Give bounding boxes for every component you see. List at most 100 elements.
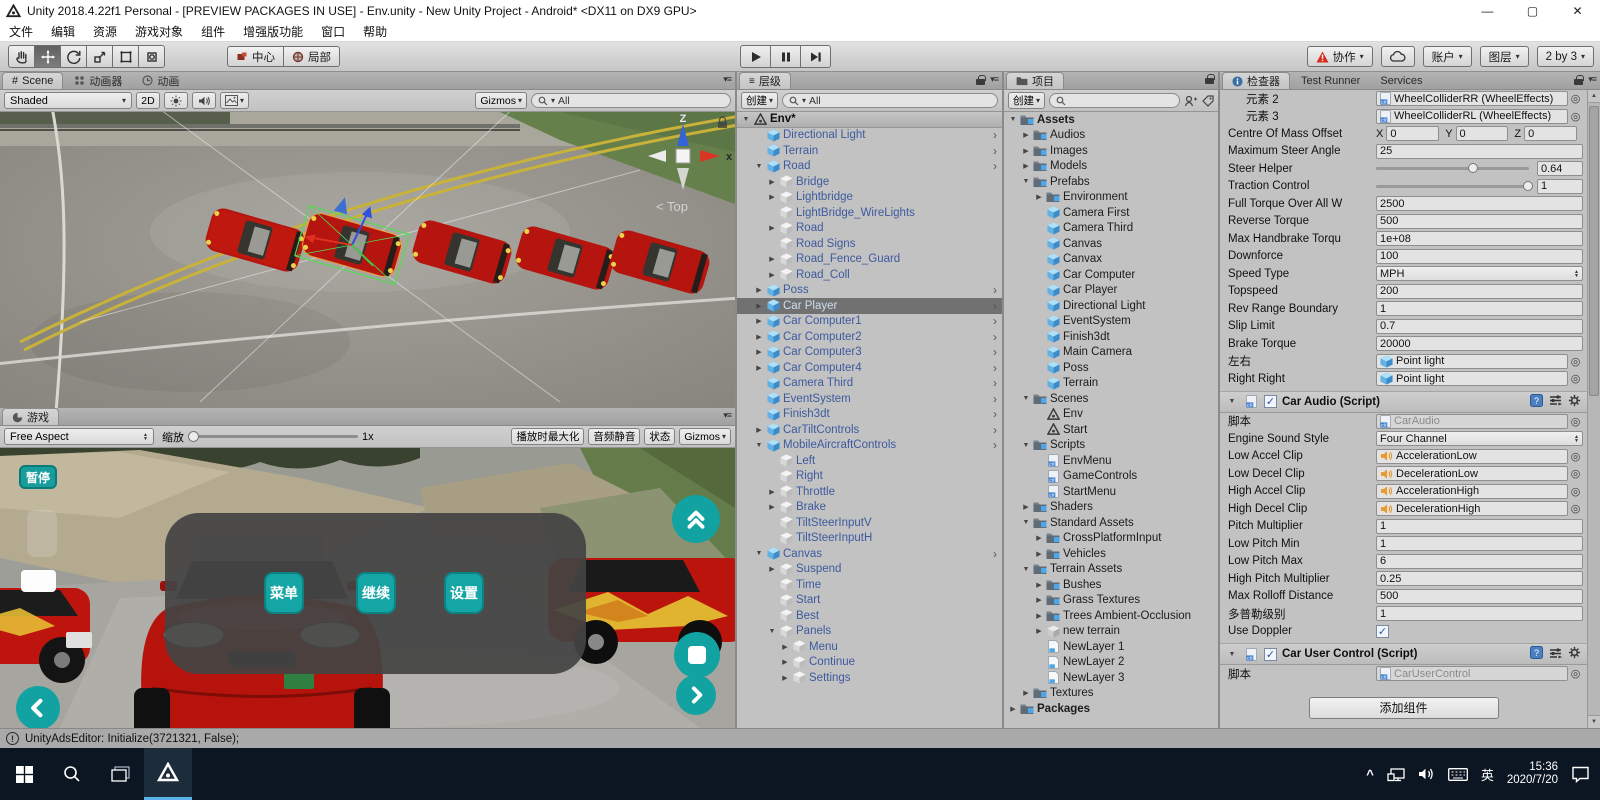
object-field[interactable]: Point light	[1376, 353, 1568, 369]
transform-tool-button[interactable]	[138, 45, 165, 68]
menu-item-item-4[interactable]: 组件	[192, 22, 234, 41]
prefab-open-chevron[interactable]: ›	[993, 362, 997, 374]
taskbar-unity-app[interactable]	[144, 748, 192, 800]
scroll-down-arrow[interactable]: ▼	[1588, 715, 1600, 728]
hierarchy-item-settings[interactable]: ▶ Settings	[737, 670, 1002, 686]
clock[interactable]: 15:36 2020/7/20	[1507, 761, 1558, 787]
project-item-camera-third[interactable]: Camera Third	[1004, 221, 1218, 237]
scene-gizmos-dropdown[interactable]: Gizmos ▾	[475, 92, 527, 109]
hierarchy-item-tiltsteerinputh[interactable]: TiltSteerInputH	[737, 531, 1002, 547]
project-item-car-computer[interactable]: Car Computer	[1004, 267, 1218, 283]
project-item-env[interactable]: Env	[1004, 407, 1218, 423]
project-item-canvas[interactable]: Canvas	[1004, 236, 1218, 252]
aspect-ratio-dropdown[interactable]: Free Aspect ▲ ▼	[4, 428, 154, 445]
prefab-open-chevron[interactable]: ›	[993, 145, 997, 157]
zoom-slider-thumb[interactable]	[188, 431, 199, 442]
search-by-label-icon[interactable]	[1202, 94, 1214, 107]
object-field[interactable]: c# WheelColliderRL (WheelEffects)	[1376, 108, 1568, 124]
prefab-open-chevron[interactable]: ›	[993, 129, 997, 141]
collab-button[interactable]: 协作 ▾	[1306, 46, 1373, 67]
hierarchy-item-road-coll[interactable]: ▶ Road_Coll	[737, 267, 1002, 283]
foldout-closed-icon[interactable]: ▶	[779, 674, 791, 682]
hierarchy-item-left[interactable]: Left	[737, 453, 1002, 469]
foldout-closed-icon[interactable]: ▶	[1020, 162, 1032, 170]
project-item-gamecontrols[interactable]: c# GameControls	[1004, 469, 1218, 485]
prefab-open-chevron[interactable]: ›	[993, 300, 997, 312]
prefab-open-chevron[interactable]: ›	[993, 408, 997, 420]
project-search-input[interactable]	[1049, 93, 1180, 108]
panel-menu-icon[interactable]: ▾≡	[723, 74, 732, 85]
hierarchy-item-suspend[interactable]: ▶ Suspend	[737, 562, 1002, 578]
hand-tool-button[interactable]	[8, 45, 35, 68]
project-item-car-player[interactable]: Car Player	[1004, 283, 1218, 299]
foldout-closed-icon[interactable]: ▶	[753, 348, 765, 356]
project-item-prefabs[interactable]: ▼ Prefabs	[1004, 174, 1218, 190]
panel-menu-icon[interactable]: ▾≡	[1588, 74, 1597, 85]
lock-icon[interactable]	[1205, 74, 1215, 84]
hierarchy-item-road-fence-guard[interactable]: ▶ Road_Fence_Guard	[737, 252, 1002, 268]
foldout-open-icon[interactable]: ▼	[740, 116, 752, 123]
object-picker-icon[interactable]: ◎	[1568, 372, 1583, 385]
prefab-open-chevron[interactable]: ›	[993, 284, 997, 296]
foldout-closed-icon[interactable]: ▶	[753, 302, 765, 310]
project-item-directional-light[interactable]: Directional Light	[1004, 298, 1218, 314]
value-field[interactable]: 0	[1386, 126, 1440, 142]
game-pause-button[interactable]: 暂停	[19, 465, 57, 489]
rect-tool-button[interactable]	[112, 45, 139, 68]
pause-menu-button-item-2[interactable]: 设置	[444, 572, 484, 614]
layers-button[interactable]: 图层 ▾	[1479, 46, 1529, 67]
foldout-closed-icon[interactable]: ▶	[766, 178, 778, 186]
play-button[interactable]	[740, 45, 771, 68]
audio-toggle-button[interactable]	[192, 92, 216, 109]
object-picker-icon[interactable]: ◎	[1568, 485, 1583, 498]
project-item-finish3dt[interactable]: Finish3dt	[1004, 329, 1218, 345]
slider-track[interactable]	[1376, 163, 1529, 174]
tab-services[interactable]: Services	[1371, 72, 1431, 89]
foldout-closed-icon[interactable]: ▶	[753, 426, 765, 434]
pivot-local-button[interactable]: 局部	[283, 46, 340, 67]
foldout-open-icon[interactable]: ▼	[1020, 178, 1032, 185]
hierarchy-item-tiltsteerinputv[interactable]: TiltSteerInputV	[737, 515, 1002, 531]
project-item-newlayer-1[interactable]: NewLayer 1	[1004, 639, 1218, 655]
object-field[interactable]: c# CarUserControl	[1376, 666, 1568, 682]
value-field[interactable]: 20000	[1376, 336, 1583, 352]
value-field[interactable]: 1	[1376, 536, 1583, 552]
object-picker-icon[interactable]: ◎	[1568, 502, 1583, 515]
tab-test-runner[interactable]: Test Runner	[1292, 72, 1369, 89]
step-button[interactable]	[800, 45, 831, 68]
project-item-canvax[interactable]: Canvax	[1004, 252, 1218, 268]
foldout-closed-icon[interactable]: ▶	[1020, 503, 1032, 511]
keyboard-icon[interactable]	[1447, 767, 1468, 781]
game-viewport[interactable]: 暂停 菜单 继续 设置	[0, 448, 735, 728]
object-field[interactable]: c# WheelColliderRR (WheelEffects)	[1376, 91, 1568, 107]
project-item-images[interactable]: ▶ Images	[1004, 143, 1218, 159]
stats-button[interactable]: 状态	[644, 428, 676, 445]
tab-animation[interactable]: 动画	[133, 72, 188, 89]
value-field[interactable]: 200	[1376, 283, 1583, 299]
hierarchy-item-poss[interactable]: ▶ Poss ›	[737, 283, 1002, 299]
object-field[interactable]: c# CarAudio	[1376, 413, 1568, 429]
project-item-scenes[interactable]: ▼ Scenes	[1004, 391, 1218, 407]
maximize-on-play-button[interactable]: 播放时最大化	[511, 428, 585, 445]
foldout-closed-icon[interactable]: ▶	[766, 255, 778, 263]
prefab-open-chevron[interactable]: ›	[993, 346, 997, 358]
foldout-open-icon[interactable]: ▼	[1020, 519, 1032, 526]
hierarchy-item-finish3dt[interactable]: Finish3dt ›	[737, 407, 1002, 423]
enum-dropdown[interactable]: Four Channel ▲ ▼	[1376, 431, 1583, 447]
foldout-closed-icon[interactable]: ▶	[766, 271, 778, 279]
menu-item-item-7[interactable]: 帮助	[354, 22, 396, 41]
layout-button[interactable]: 2 by 3 ▾	[1536, 46, 1594, 67]
foldout-open-icon[interactable]: ▼	[753, 442, 765, 449]
tab-inspector[interactable]: 检查器	[1222, 72, 1290, 89]
brake-stop-button[interactable]	[674, 632, 720, 678]
object-picker-icon[interactable]: ◎	[1568, 667, 1583, 680]
object-picker-icon[interactable]: ◎	[1568, 467, 1583, 480]
foldout-open-icon[interactable]: ▼	[1226, 398, 1238, 405]
value-field[interactable]: 100	[1376, 248, 1583, 264]
presets-icon[interactable]	[1549, 394, 1562, 409]
object-picker-icon[interactable]: ◎	[1568, 355, 1583, 368]
project-item-terrain-assets[interactable]: ▼ Terrain Assets	[1004, 562, 1218, 578]
project-item-startmenu[interactable]: c# StartMenu	[1004, 484, 1218, 500]
component-enabled-checkbox[interactable]: ✓	[1264, 647, 1277, 661]
pivot-center-button[interactable]: 中心	[227, 46, 284, 67]
